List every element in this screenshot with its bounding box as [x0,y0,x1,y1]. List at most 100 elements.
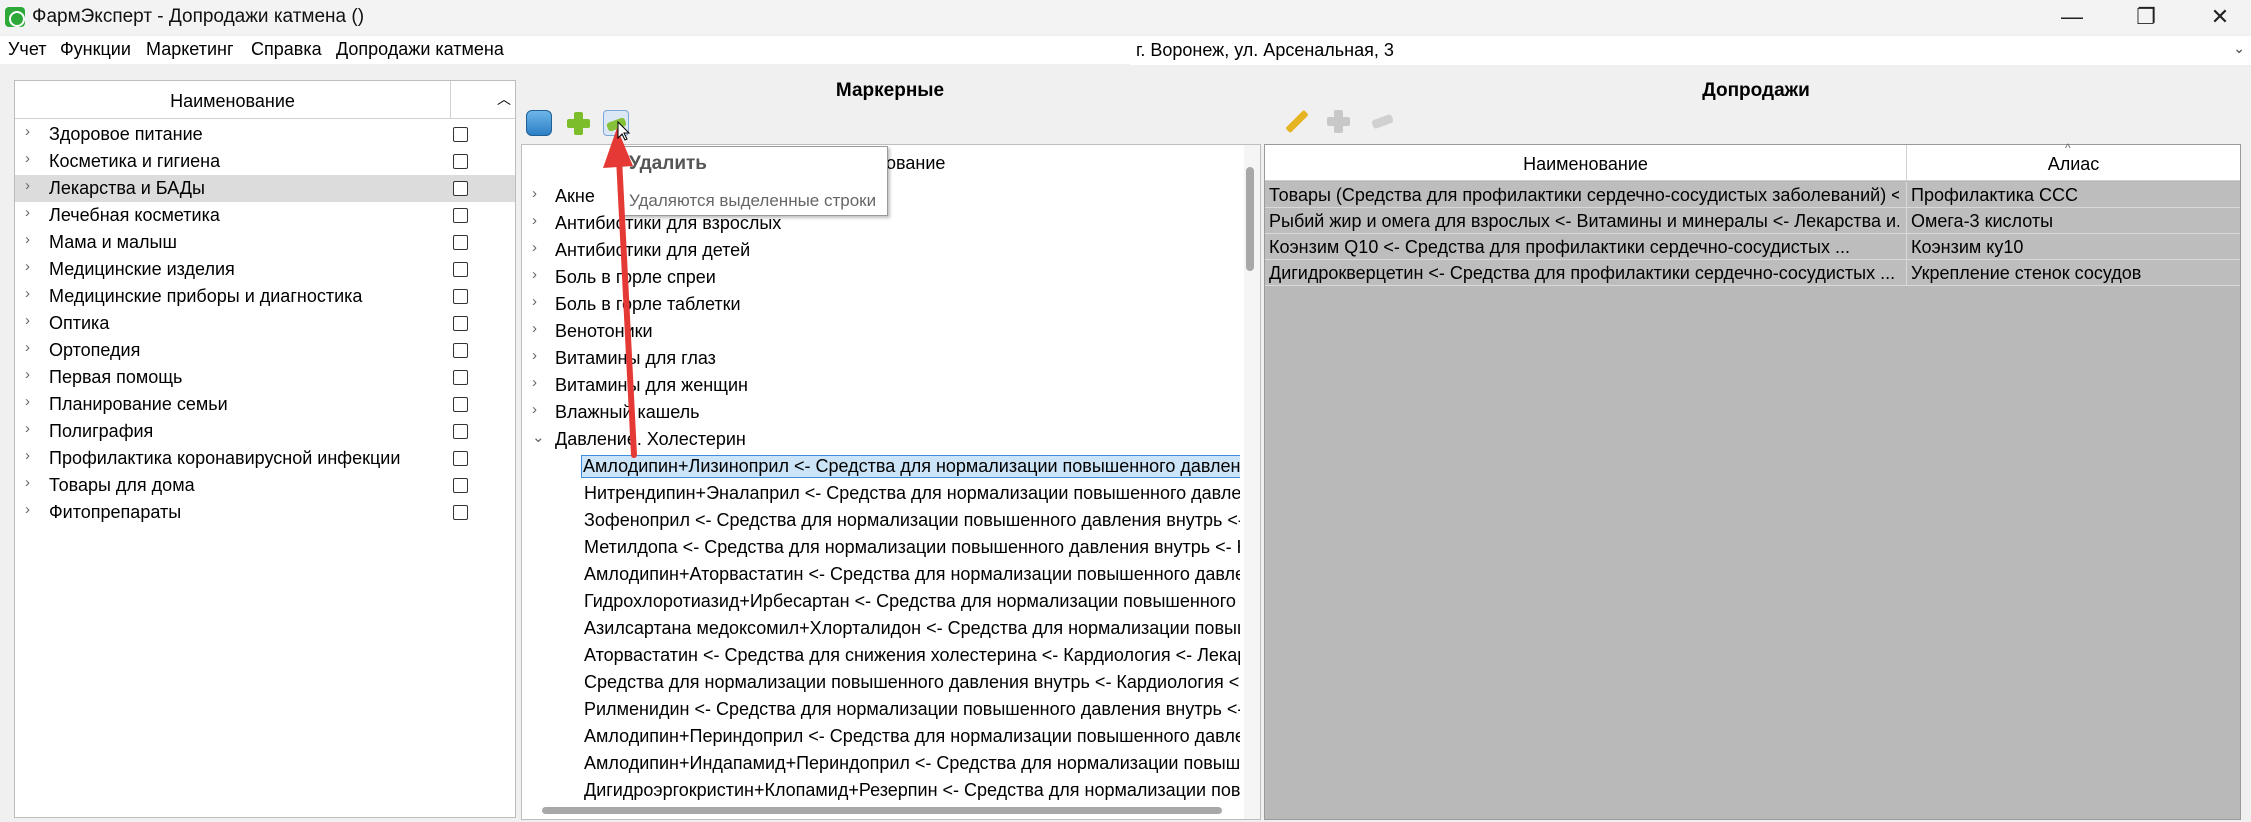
menu-help[interactable]: Справка [251,39,322,60]
category-row[interactable]: › Косметика и гигиена [15,148,515,175]
marker-group-row[interactable]: › Витамины для глаз [522,345,1240,372]
category-checkbox[interactable] [453,154,468,169]
category-row[interactable]: › Товары для дома [15,472,515,499]
chevron-right-icon[interactable]: › [25,366,30,383]
marker-item-row[interactable]: Азилсартана медоксомил+Хлорталидон <- Ср… [522,615,1240,642]
category-column-header[interactable]: Наименование ︿ [15,81,515,119]
chevron-right-icon[interactable]: › [25,231,30,248]
marker-group-row[interactable]: › Влажный кашель [522,399,1240,426]
marker-item-row[interactable]: Метилдопа <- Средства для нормализации п… [522,534,1240,561]
marker-column-header[interactable]: ование [886,153,946,174]
marker-group-row[interactable]: ⌄ Давление. Холестерин [522,426,1240,453]
marker-group-row[interactable]: › Венотоники [522,318,1240,345]
edit-icon[interactable] [1282,108,1308,134]
chevron-right-icon[interactable]: › [532,293,537,310]
category-row[interactable]: › Оптика [15,310,515,337]
marker-group-row[interactable]: › Антибиотики для детей [522,237,1240,264]
chevron-down-icon[interactable]: ⌄ [532,428,545,446]
category-checkbox[interactable] [453,505,468,520]
marker-item-row[interactable]: Средства для нормализации повышенного да… [522,669,1240,696]
menu-functions[interactable]: Функции [60,39,131,60]
location-select[interactable]: г. Воронеж, ул. Арсенальная, 3 ⌄ [1130,37,2251,65]
marker-group-row[interactable]: › Боль в горле спреи [522,264,1240,291]
category-row[interactable]: › Полиграфия [15,418,515,445]
category-row[interactable]: › Фитопрепараты [15,499,515,526]
chevron-right-icon[interactable]: › [25,123,30,140]
chevron-right-icon[interactable]: › [532,212,537,229]
chevron-right-icon[interactable]: › [532,185,537,202]
category-checkbox[interactable] [453,289,468,304]
category-checkbox[interactable] [453,397,468,412]
category-checkbox[interactable] [453,127,468,142]
category-checkbox[interactable] [453,208,468,223]
chevron-right-icon[interactable]: › [25,474,30,491]
marker-item-row[interactable]: Амлодипин+Периндоприл <- Средства для но… [522,723,1240,750]
chevron-right-icon[interactable]: › [532,374,537,391]
marker-group-row[interactable]: › Витамины для женщин [522,372,1240,399]
chevron-right-icon[interactable]: › [25,177,30,194]
category-row[interactable]: › Первая помощь [15,364,515,391]
marker-item-row[interactable]: Амлодипин+Аторвастатин <- Средства для н… [522,561,1240,588]
chevron-right-icon[interactable]: › [25,204,30,221]
category-checkbox[interactable] [453,181,468,196]
marker-item-row[interactable]: Рилменидин <- Средства для нормализации … [522,696,1240,723]
table-row[interactable]: Товары (Средства для профилактики сердеч… [1265,182,2240,208]
marker-item-row[interactable]: Амлодипин+Индапамид+Периндоприл <- Средс… [522,750,1240,777]
category-checkbox[interactable] [453,451,468,466]
chevron-right-icon[interactable]: › [532,239,537,256]
marker-group-row[interactable]: › Боль в горле таблетки [522,291,1240,318]
maximize-button[interactable]: ❐ [2114,0,2178,34]
database-icon[interactable] [526,110,552,136]
category-row[interactable]: › Медицинские приборы и диагностика [15,283,515,310]
menu-upsell[interactable]: Допродажи катмена [336,39,504,60]
category-row[interactable]: › Мама и малыш [15,229,515,256]
chevron-right-icon[interactable]: › [25,420,30,437]
category-checkbox[interactable] [453,370,468,385]
marker-item-row[interactable]: Аторвастатин <- Средства для снижения хо… [522,642,1240,669]
table-row[interactable]: Коэнзим Q10 <- Средства для профилактики… [1265,234,2240,260]
add-icon[interactable] [565,110,591,136]
marker-item-row[interactable]: Гидрохлоротиазид+Ирбесартан <- Средства … [522,588,1240,615]
minimize-button[interactable]: — [2040,0,2104,34]
marker-item-row[interactable]: Нитрендипин+Эналаприл <- Средства для но… [522,480,1240,507]
category-row[interactable]: › Лечебная косметика [15,202,515,229]
marker-item-row[interactable]: Зофеноприл <- Средства для нормализации … [522,507,1240,534]
marker-item-row[interactable]: Амлодипин+Лизиноприл <- Средства для нор… [522,453,1240,480]
table-row[interactable]: Рыбий жир и омега для взрослых <- Витами… [1265,208,2240,234]
marker-item-row[interactable]: Дигидроэргокристин+Клопамид+Резерпин <- … [522,777,1240,804]
category-row[interactable]: › Профилактика коронавирусной инфекции [15,445,515,472]
category-checkbox[interactable] [453,343,468,358]
column-header-name[interactable]: Наименование [1265,154,1906,175]
chevron-right-icon[interactable]: › [25,447,30,464]
table-row[interactable]: Дигидрокверцетин <- Средства для профила… [1265,260,2240,286]
menu-marketing[interactable]: Маркетинг [146,39,234,60]
delete-icon[interactable] [603,110,629,136]
chevron-right-icon[interactable]: › [532,266,537,283]
category-checkbox[interactable] [453,262,468,277]
chevron-right-icon[interactable]: › [25,150,30,167]
chevron-right-icon[interactable]: › [25,393,30,410]
category-row[interactable]: › Ортопедия [15,337,515,364]
category-checkbox[interactable] [453,424,468,439]
horizontal-scroll-thumb[interactable] [542,807,1222,814]
collapse-up-icon[interactable]: ︿ [497,89,511,109]
chevron-right-icon[interactable]: › [532,401,537,418]
close-button[interactable]: ✕ [2188,0,2251,34]
chevron-right-icon[interactable]: › [532,320,537,337]
chevron-right-icon[interactable]: › [25,285,30,302]
chevron-right-icon[interactable]: › [25,501,30,518]
category-checkbox[interactable] [453,316,468,331]
chevron-right-icon[interactable]: › [532,347,537,364]
column-header-alias[interactable]: Алиас [1907,154,2240,175]
chevron-right-icon[interactable]: › [25,312,30,329]
chevron-right-icon[interactable]: › [25,258,30,275]
menu-uchet[interactable]: Учет [8,39,46,60]
category-checkbox[interactable] [453,478,468,493]
chevron-right-icon[interactable]: › [25,339,30,356]
vertical-scroll-thumb[interactable] [1246,167,1254,271]
category-checkbox[interactable] [453,235,468,250]
category-row[interactable]: › Лекарства и БАДы [15,175,515,202]
category-row[interactable]: › Планирование семьи [15,391,515,418]
category-row[interactable]: › Медицинские изделия [15,256,515,283]
category-row[interactable]: › Здоровое питание [15,121,515,148]
